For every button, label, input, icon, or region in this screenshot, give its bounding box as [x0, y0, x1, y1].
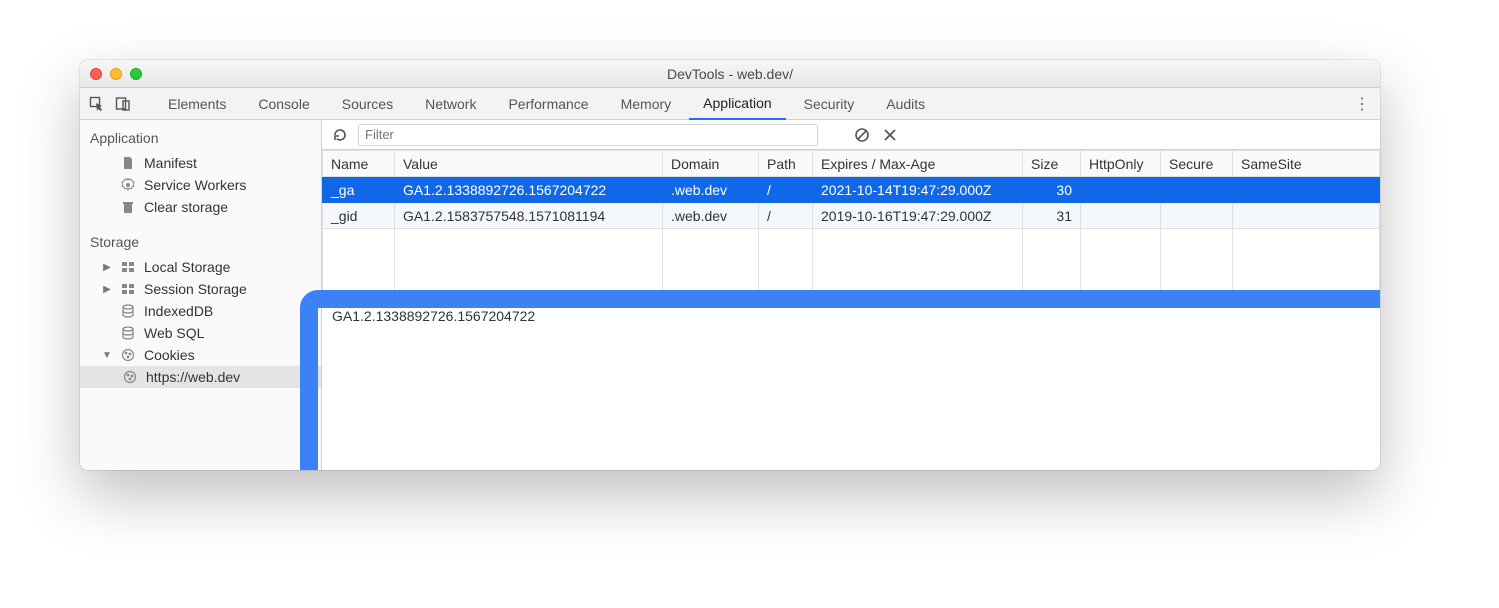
sidebar-item-label: Session Storage [144, 281, 247, 297]
tab-console[interactable]: Console [244, 88, 323, 120]
titlebar: DevTools - web.dev/ [80, 60, 1380, 88]
cookie-value-preview: GA1.2.1338892726.1567204722 [322, 299, 1380, 470]
window-title: DevTools - web.dev/ [80, 66, 1380, 82]
table-row[interactable]: _gid GA1.2.1583757548.1571081194 .web.de… [323, 203, 1380, 229]
cookies-panel: Name Value Domain Path Expires / Max-Age… [322, 120, 1380, 470]
chevron-down-icon: ▼ [102, 350, 112, 361]
table-row[interactable]: _ga GA1.2.1338892726.1567204722 .web.dev… [323, 177, 1380, 203]
sidebar-heading-application: Application [80, 126, 321, 152]
sidebar-item-cookies[interactable]: ▼ Cookies [80, 344, 321, 366]
more-menu-icon[interactable]: ⋮ [1350, 94, 1374, 114]
sidebar-item-cookies-origin[interactable]: https://web.dev [80, 366, 321, 388]
gear-icon [120, 177, 136, 193]
cell-samesite [1233, 203, 1380, 229]
tab-performance[interactable]: Performance [494, 88, 602, 120]
chevron-right-icon: ▶ [102, 262, 112, 273]
sidebar-item-indexeddb[interactable]: IndexedDB [80, 300, 321, 322]
sidebar-item-label: Clear storage [144, 199, 228, 215]
col-size[interactable]: Size [1023, 151, 1081, 177]
cell-name: _ga [323, 177, 395, 203]
sidebar-item-label: Cookies [144, 347, 195, 363]
sidebar-item-local-storage[interactable]: ▶ Local Storage [80, 256, 321, 278]
file-icon [120, 155, 136, 171]
device-toggle-icon[interactable] [112, 93, 134, 115]
sidebar-item-label: Service Workers [144, 177, 246, 193]
cookies-table: Name Value Domain Path Expires / Max-Age… [322, 150, 1380, 299]
sidebar-item-label: Web SQL [144, 325, 204, 341]
delete-selected-icon[interactable] [880, 125, 900, 145]
cookies-toolbar [322, 120, 1380, 150]
col-path[interactable]: Path [759, 151, 813, 177]
grid-icon [120, 281, 136, 297]
col-httponly[interactable]: HttpOnly [1081, 151, 1161, 177]
col-value[interactable]: Value [395, 151, 663, 177]
chevron-right-icon: ▶ [102, 284, 112, 295]
devtools-window: DevTools - web.dev/ Elements Console Sou… [80, 60, 1380, 470]
sidebar-item-clear-storage[interactable]: Clear storage [80, 196, 321, 218]
tab-sources[interactable]: Sources [328, 88, 407, 120]
cell-size: 31 [1023, 203, 1081, 229]
cell-path: / [759, 177, 813, 203]
trash-icon [120, 199, 136, 215]
grid-icon [120, 259, 136, 275]
preview-value: GA1.2.1338892726.1567204722 [332, 308, 535, 324]
col-expires[interactable]: Expires / Max-Age [813, 151, 1023, 177]
sidebar-item-label: IndexedDB [144, 303, 213, 319]
cell-secure [1161, 203, 1233, 229]
sidebar-item-session-storage[interactable]: ▶ Session Storage [80, 278, 321, 300]
cell-httponly [1081, 177, 1161, 203]
cell-domain: .web.dev [663, 177, 759, 203]
col-secure[interactable]: Secure [1161, 151, 1233, 177]
cell-httponly [1081, 203, 1161, 229]
clear-all-icon[interactable] [852, 125, 872, 145]
sidebar-heading-storage: Storage [80, 230, 321, 256]
devtools-tabs: Elements Console Sources Network Perform… [80, 88, 1380, 120]
sidebar-item-label: Local Storage [144, 259, 230, 275]
col-domain[interactable]: Domain [663, 151, 759, 177]
cell-path: / [759, 203, 813, 229]
table-header-row: Name Value Domain Path Expires / Max-Age… [323, 151, 1380, 177]
col-samesite[interactable]: SameSite [1233, 151, 1380, 177]
cell-domain: .web.dev [663, 203, 759, 229]
cell-expires: 2019-10-16T19:47:29.000Z [813, 203, 1023, 229]
filter-input[interactable] [358, 124, 818, 146]
inspect-icon[interactable] [86, 93, 108, 115]
cell-value: GA1.2.1338892726.1567204722 [395, 177, 663, 203]
tab-security[interactable]: Security [790, 88, 869, 120]
sidebar-item-label: Manifest [144, 155, 197, 171]
sidebar-item-service-workers[interactable]: Service Workers [80, 174, 321, 196]
tab-network[interactable]: Network [411, 88, 490, 120]
cell-samesite [1233, 177, 1380, 203]
tab-memory[interactable]: Memory [607, 88, 686, 120]
application-sidebar: Application Manifest Service Workers Cle… [80, 120, 322, 470]
db-icon [120, 303, 136, 319]
table-empty-space [323, 229, 1380, 299]
tab-application[interactable]: Application [689, 88, 786, 120]
cell-name: _gid [323, 203, 395, 229]
cookie-icon [122, 369, 138, 385]
col-name[interactable]: Name [323, 151, 395, 177]
cell-secure [1161, 177, 1233, 203]
sidebar-item-label: https://web.dev [146, 369, 240, 385]
db-icon [120, 325, 136, 341]
reload-icon[interactable] [330, 125, 350, 145]
sidebar-item-manifest[interactable]: Manifest [80, 152, 321, 174]
tab-audits[interactable]: Audits [872, 88, 939, 120]
cell-size: 30 [1023, 177, 1081, 203]
cell-value: GA1.2.1583757548.1571081194 [395, 203, 663, 229]
tab-elements[interactable]: Elements [154, 88, 240, 120]
sidebar-item-websql[interactable]: Web SQL [80, 322, 321, 344]
cookie-icon [120, 347, 136, 363]
cell-expires: 2021-10-14T19:47:29.000Z [813, 177, 1023, 203]
